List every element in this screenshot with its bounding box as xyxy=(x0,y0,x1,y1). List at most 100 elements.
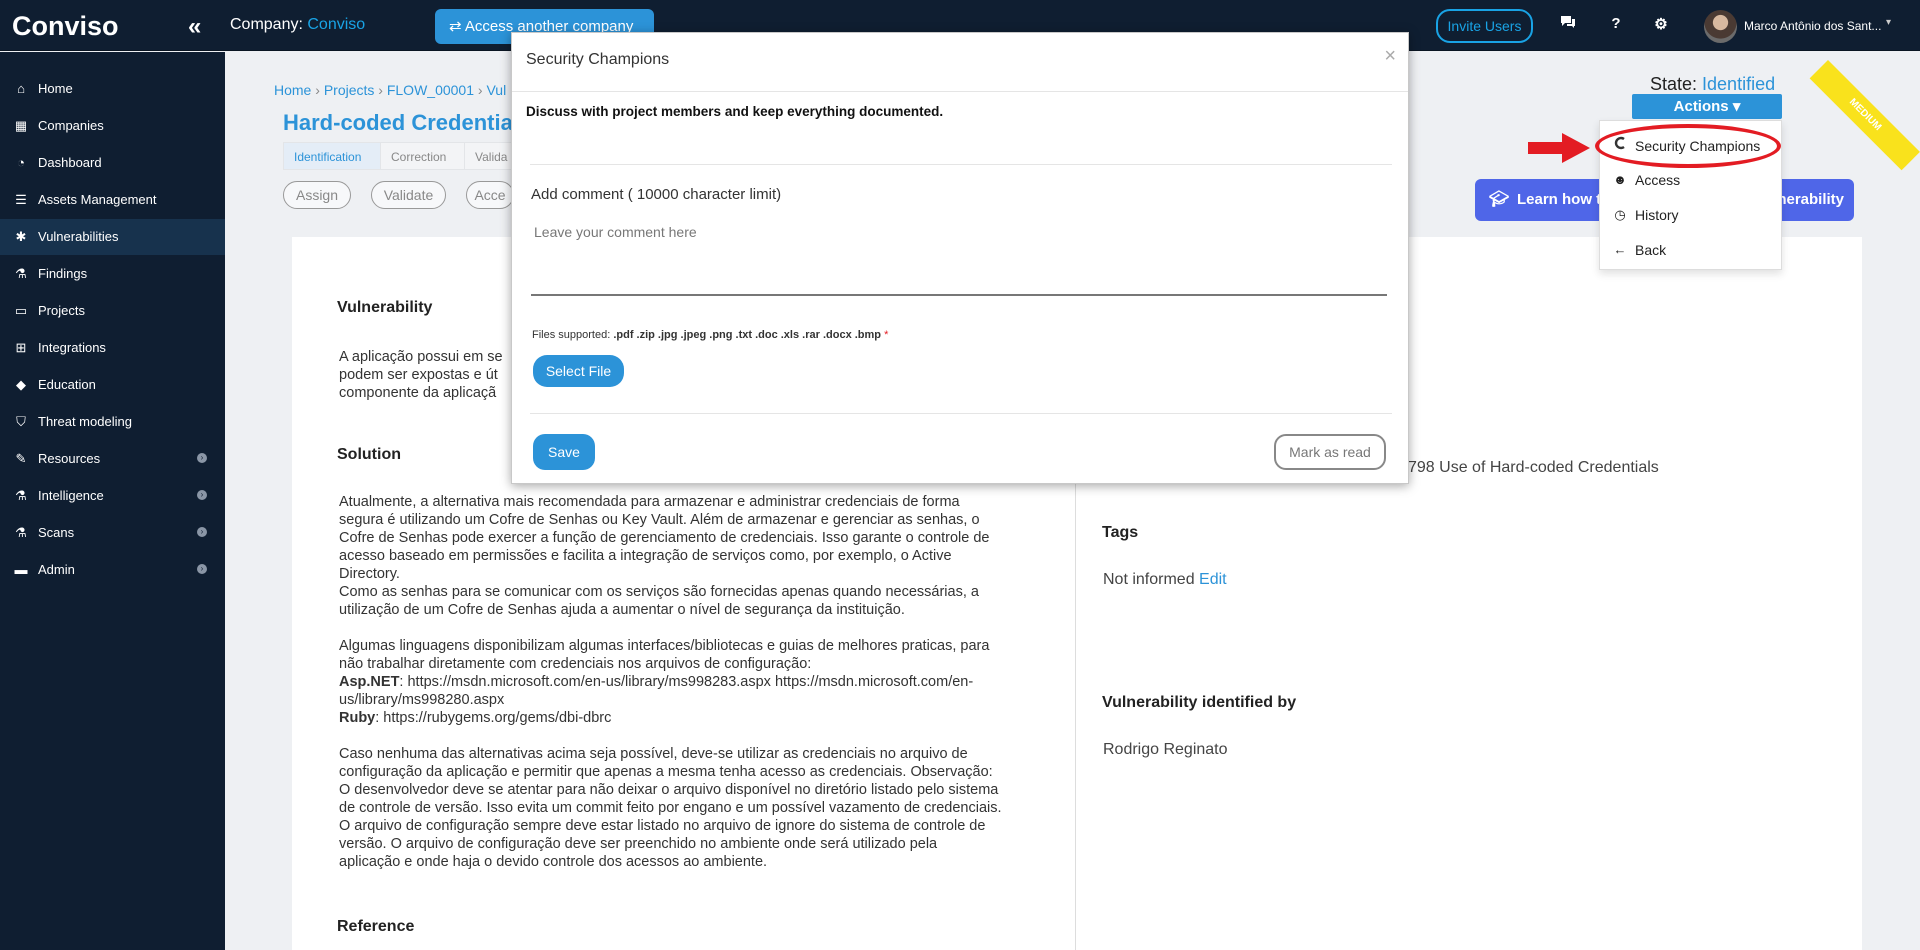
save-button[interactable]: Save xyxy=(533,434,595,470)
step-identification: Identification xyxy=(283,142,381,170)
select-file-button[interactable]: Select File xyxy=(533,355,624,387)
sidebar-item-assets-management[interactable]: ☰ Assets Management xyxy=(0,182,225,218)
state-value: Identified xyxy=(1702,74,1776,94)
vulnerability-line: podem ser expostas e út xyxy=(339,367,498,383)
sidebar-item-vulnerabilities[interactable]: ✱ Vulnerabilities xyxy=(0,219,225,255)
chevron-down-icon[interactable]: ▾ xyxy=(1886,17,1891,28)
sidebar-item-label: Integrations xyxy=(38,340,106,355)
gear-icon[interactable]: ⚙ xyxy=(1650,15,1672,33)
sidebar-item-projects[interactable]: ▭ Projects xyxy=(0,293,225,329)
sidebar-item-label: Home xyxy=(38,81,73,96)
sidebar-item-companies[interactable]: ▦ Companies xyxy=(0,108,225,144)
solution-line: Como as senhas para se comunicar com os … xyxy=(339,584,979,600)
solution-line: Directory. xyxy=(339,566,400,582)
divider xyxy=(530,164,1392,165)
aspnet-line-2: us/library/ms998280.aspx xyxy=(339,692,505,708)
menu-item-access[interactable]: ☻ Access xyxy=(1600,165,1781,195)
breadcrumb-projects[interactable]: Projects xyxy=(324,82,375,98)
sidebar-item-scans[interactable]: ⚗ Scans › xyxy=(0,515,225,551)
assign-button[interactable]: Assign xyxy=(283,181,351,209)
sidebar-item-findings[interactable]: ⚗ Findings xyxy=(0,256,225,292)
sidebar-item-label: Assets Management xyxy=(38,192,157,207)
sidebar-item-resources[interactable]: ✎ Resources › xyxy=(0,441,225,477)
help-icon[interactable]: ? xyxy=(1605,15,1627,32)
company-label: Company: Conviso xyxy=(230,16,365,34)
files-label: Files supported: xyxy=(532,329,614,341)
flask-icon: ⚗ xyxy=(15,266,27,281)
tags-heading: Tags xyxy=(1102,524,1139,541)
solution-line: utilização de um Cofre de Senhas ajuda a… xyxy=(339,602,905,618)
wrench-icon: ✎ xyxy=(15,451,27,466)
actions-button[interactable]: Actions ▾ xyxy=(1632,94,1782,119)
menu-item-history[interactable]: ◷ History xyxy=(1600,200,1781,230)
solution-line: configuração da aplicação e permitir que… xyxy=(339,764,993,780)
vulnerability-line: componente da aplicaçã xyxy=(339,385,497,401)
divider xyxy=(530,413,1392,414)
state-indicator: State: Identified xyxy=(1650,74,1775,95)
company-label-prefix: Company: xyxy=(230,16,308,33)
tags-edit-link[interactable]: Edit xyxy=(1199,571,1227,588)
sidebar-item-threat-modeling[interactable]: ⛉ Threat modeling xyxy=(0,404,225,440)
sidebar-item-label: Dashboard xyxy=(38,155,102,170)
graduation-cap-icon: ◆ xyxy=(16,377,26,392)
sidebar-item-label: Findings xyxy=(38,266,88,281)
aspnet-label: Asp.NET xyxy=(339,674,400,690)
modal-header: Security Champions × xyxy=(512,33,1408,92)
vulnerability-heading: Vulnerability xyxy=(337,299,433,316)
state-label: State: xyxy=(1650,74,1703,94)
highlight-ellipse xyxy=(1595,124,1781,168)
solution-line: acesso baseado em permissões e facilita … xyxy=(339,548,952,564)
learn-label-end: nerability xyxy=(1777,191,1844,208)
sidebar-item-label: Vulnerabilities xyxy=(38,229,119,244)
solution-line: de controle de versão. Isso evita um com… xyxy=(339,800,1002,816)
solution-line: Caso nenhuma das alternativas acima seja… xyxy=(339,746,968,762)
avatar[interactable] xyxy=(1704,10,1737,43)
accept-button[interactable]: Acce xyxy=(466,181,514,209)
invite-users-button[interactable]: Invite Users xyxy=(1436,9,1533,43)
cwe-text: 798 Use of Hard-coded Credentials xyxy=(1408,459,1659,476)
logo-text: Conviso xyxy=(12,11,119,41)
comment-label: Add comment ( 10000 character limit) xyxy=(531,186,782,203)
sidebar-item-admin[interactable]: ▬ Admin › xyxy=(0,552,225,588)
sidebar-item-home[interactable]: ⌂ Home xyxy=(0,71,225,107)
mark-as-read-button[interactable]: Mark as read xyxy=(1274,434,1386,470)
red-arrow-icon xyxy=(1528,133,1590,163)
sidebar-item-label: Threat modeling xyxy=(38,414,132,429)
solution-line: Atualmente, a alternativa mais recomenda… xyxy=(339,494,960,510)
shield-icon: ⛉ xyxy=(16,414,26,429)
files-types: .pdf .zip .jpg .jpeg .png .txt .doc .xls… xyxy=(613,329,882,341)
vulnerability-line: A aplicação possui em se xyxy=(339,349,503,365)
double-chevron-left-icon[interactable]: « xyxy=(188,13,201,41)
sidebar-item-integrations[interactable]: ⊞ Integrations xyxy=(0,330,225,366)
chat-icon[interactable] xyxy=(1557,15,1579,33)
company-name: Conviso xyxy=(307,16,366,33)
menu-item-label: Access xyxy=(1635,172,1681,188)
chevron-right-icon: › xyxy=(197,453,207,463)
menu-item-back[interactable]: ← Back xyxy=(1600,235,1781,265)
users-icon: ☻ xyxy=(1613,172,1627,187)
conviso-logo[interactable]: Conviso xyxy=(12,10,140,42)
breadcrumb-home[interactable]: Home xyxy=(274,82,311,98)
breadcrumb-separator: › xyxy=(311,82,324,98)
breadcrumb-vulnerability[interactable]: Vul xyxy=(486,82,506,98)
vulnerability-text: A aplicação possui em se podem ser expos… xyxy=(339,348,503,402)
page-title: Hard-coded Credential xyxy=(283,110,519,135)
chevron-right-icon: › xyxy=(197,527,207,537)
sidebar-item-label: Scans xyxy=(38,525,75,540)
sidebar-item-label: Projects xyxy=(38,303,85,318)
close-icon[interactable]: × xyxy=(1384,45,1396,68)
step-validation: Valida xyxy=(464,142,514,170)
sidebar-item-intelligence[interactable]: ⚗ Intelligence › xyxy=(0,478,225,514)
solution-text: Atualmente, a alternativa mais recomenda… xyxy=(339,493,1002,871)
user-name[interactable]: Marco Antônio dos Sant... xyxy=(1744,19,1881,33)
sidebar: ⌂ Home ▦ Companies ◔ Dashboard ☰ Assets Mana… xyxy=(0,52,225,950)
validate-button[interactable]: Validate xyxy=(371,181,446,209)
solution-line: O desenvolvedor deve se atentar para não… xyxy=(339,782,999,798)
graduation-cap-icon: 🎓︎ xyxy=(1489,191,1510,208)
comment-textarea[interactable] xyxy=(531,216,1387,296)
aspnet-text: : https://msdn.microsoft.com/en-us/libra… xyxy=(399,674,974,690)
breadcrumb-project[interactable]: FLOW_00001 xyxy=(387,82,474,98)
sidebar-item-education[interactable]: ◆ Education xyxy=(0,367,225,403)
sidebar-item-dashboard[interactable]: ◔ Dashboard xyxy=(0,145,225,181)
learn-label: Learn how t xyxy=(1517,191,1602,208)
